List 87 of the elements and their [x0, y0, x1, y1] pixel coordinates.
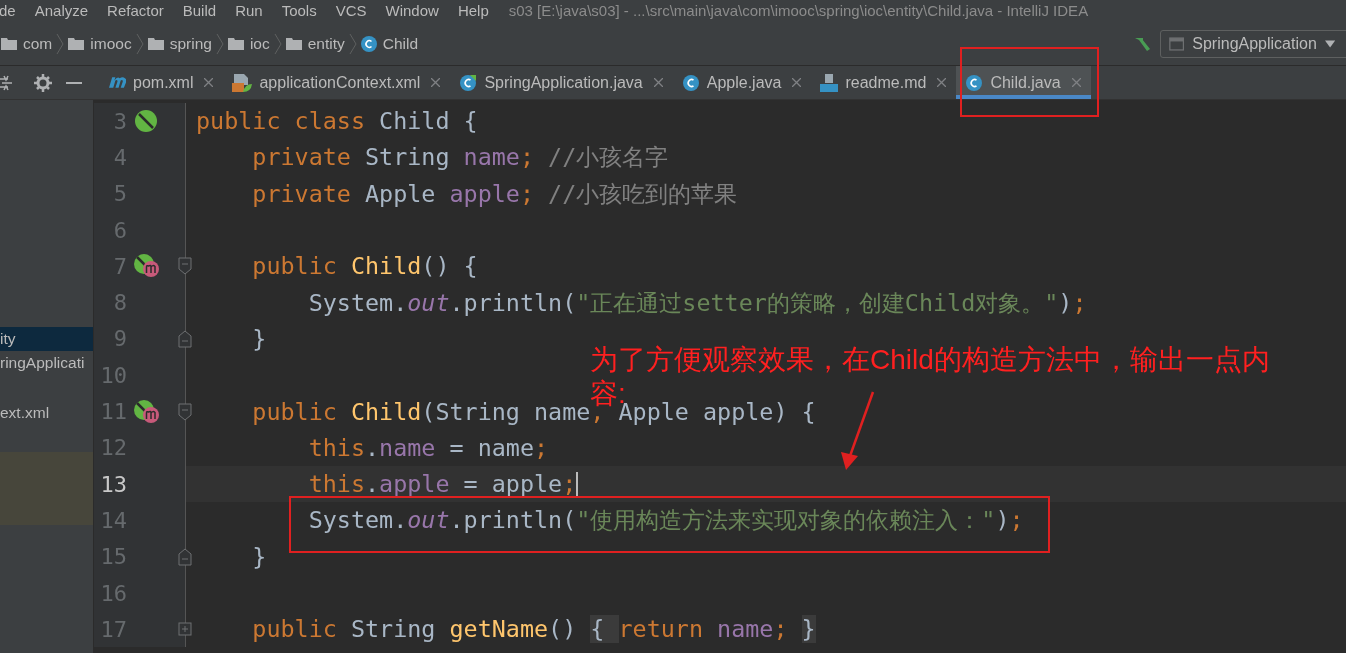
line-number: 12 — [99, 434, 127, 463]
menu-item[interactable]: Tools — [281, 0, 317, 23]
close-icon[interactable] — [1071, 78, 1081, 87]
folder-icon — [68, 37, 85, 50]
markdown-file-icon — [820, 73, 839, 92]
line-number: 15 — [99, 543, 127, 572]
editor-tab[interactable]: applicationContext.xml — [223, 66, 451, 99]
line-number: 8 — [112, 289, 127, 318]
line-number: 11 — [99, 398, 127, 426]
editor-tab[interactable]: readme.md — [811, 66, 957, 99]
editor-tab[interactable]: Apple.java — [672, 66, 812, 99]
menu-item[interactable]: Window — [385, 0, 439, 23]
menu-item[interactable]: Analyze — [34, 0, 89, 23]
code-line: private Apple apple; //小孩吃到的苹果 — [252, 179, 738, 208]
class-icon — [681, 73, 700, 92]
project-tree-item[interactable]: ringApplicati — [0, 351, 93, 375]
fold-icon[interactable] — [178, 329, 192, 348]
maven-icon — [109, 77, 126, 88]
class-icon — [459, 73, 478, 92]
editor-tab[interactable]: Child.java — [956, 66, 1091, 99]
breadcrumb-item[interactable]: ioc — [226, 31, 271, 56]
project-tree-item[interactable]: ext.xml — [0, 401, 93, 425]
breadcrumb-item[interactable]: com — [0, 31, 54, 56]
folder-icon — [227, 37, 244, 50]
class-icon — [360, 35, 377, 52]
window-icon — [1169, 35, 1185, 52]
code-line: } — [252, 542, 267, 571]
chevron-icon — [215, 32, 224, 55]
code-line: public class Child { — [196, 107, 478, 136]
code-line: public String getName() { return name; } — [252, 615, 816, 644]
menu-item[interactable]: VCS — [335, 0, 367, 23]
chevron-icon — [56, 32, 65, 55]
line-number: 17 — [99, 615, 127, 644]
code-line: } — [252, 324, 267, 353]
line-number: 9 — [112, 325, 127, 354]
project-tree-item[interactable]: ity — [0, 327, 93, 351]
chevron-icon — [273, 32, 282, 55]
code-line: this.name = name; — [308, 433, 549, 462]
code-line: private String name; //小孩名字 — [252, 143, 669, 172]
breadcrumb-item[interactable]: spring — [146, 31, 213, 56]
close-icon[interactable] — [204, 78, 214, 87]
collapse-icon[interactable] — [0, 74, 12, 91]
line-number: 6 — [112, 216, 127, 245]
class-icon — [965, 73, 984, 92]
chevron-icon — [135, 32, 144, 55]
code-line: System.out.println("正在通过setter的策略，创建Child对象。"); — [308, 288, 1087, 317]
editor-tab[interactable]: pom.xml — [100, 66, 224, 99]
breadcrumb-item[interactable]: imooc — [67, 31, 133, 56]
line-number: 4 — [112, 143, 127, 172]
breadcrumb-item[interactable]: Child — [359, 31, 420, 56]
bean-method-icon — [134, 254, 160, 279]
caret-icon — [1324, 39, 1335, 48]
bean-method-icon — [134, 399, 160, 424]
menu-item[interactable]: Run — [235, 0, 263, 23]
menu-item[interactable]: Help — [457, 0, 489, 23]
menu-item[interactable]: de — [0, 0, 16, 23]
xml-file-icon — [232, 72, 253, 93]
line-number: 7 — [112, 252, 127, 281]
close-icon[interactable] — [653, 78, 663, 87]
line-number: 14 — [99, 506, 127, 535]
fold-icon[interactable] — [178, 547, 192, 566]
code-line: public Child() { — [252, 252, 478, 281]
line-number: 16 — [99, 579, 127, 608]
close-icon[interactable] — [431, 78, 441, 87]
breadcrumb-item[interactable]: entity — [284, 31, 346, 56]
close-icon[interactable] — [937, 78, 947, 87]
menu-item[interactable]: Build — [182, 0, 217, 23]
line-number: 13 — [99, 470, 127, 499]
run-configuration-dropdown[interactable]: SpringApplication — [1160, 29, 1346, 58]
line-number: 5 — [112, 180, 127, 209]
folder-icon — [1, 37, 17, 50]
fold-icon[interactable] — [178, 402, 192, 421]
chevron-icon — [348, 32, 357, 55]
window-title: s03 [E:\java\s03] - ...\src\main\java\com\imooc\spring\ioc\entity\Child.java - IntelliJ IDEA — [508, 0, 1089, 21]
code-line: this.apple = apple; — [308, 470, 579, 499]
code-line: System.out.println("使用构造方法来实现对象的依赖注入："); — [308, 506, 1024, 535]
bean-icon — [134, 109, 158, 134]
line-number: 10 — [99, 361, 127, 390]
folder-icon — [285, 37, 302, 50]
folder-icon — [147, 37, 164, 50]
close-icon[interactable] — [792, 78, 802, 87]
line-number: 3 — [112, 107, 127, 136]
editor-tab[interactable]: SpringApplication.java — [450, 66, 673, 99]
expand-icon[interactable] — [178, 622, 192, 637]
settings-icon[interactable] — [34, 73, 52, 92]
menu-item[interactable]: Refactor — [107, 0, 164, 23]
fold-icon[interactable] — [178, 257, 192, 276]
